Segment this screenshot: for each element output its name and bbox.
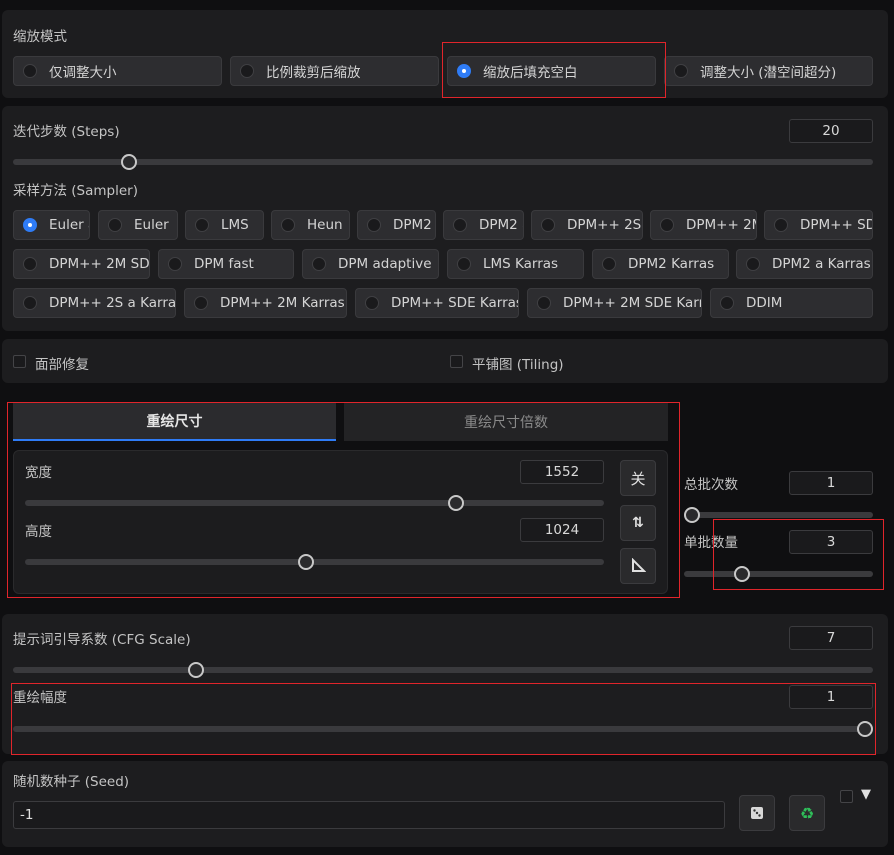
batch-size-slider-thumb[interactable] (734, 566, 750, 582)
height-slider[interactable] (25, 559, 604, 565)
steps-slider-thumb[interactable] (121, 154, 137, 170)
resize-option-just-resize[interactable]: 仅调整大小 (13, 56, 222, 86)
sampler-dpmpp-2m[interactable]: DPM++ 2M (650, 210, 757, 240)
tiling-checkbox[interactable] (450, 355, 463, 368)
radio-icon (240, 64, 254, 78)
seed-input[interactable]: -1 (13, 801, 725, 829)
sampler-euler-a[interactable]: Euler a (13, 210, 90, 240)
sampler-dpm2[interactable]: DPM2 (357, 210, 436, 240)
extra-seed-checkbox[interactable] (840, 790, 853, 803)
resize-option-latent[interactable]: 调整大小 (潜空间超分) (664, 56, 873, 86)
radio-icon (674, 64, 688, 78)
radio-icon (108, 218, 122, 232)
tab-resize-by[interactable]: 重绘尺寸倍数 (344, 403, 668, 441)
radio-icon (453, 218, 467, 232)
radio-icon (746, 257, 760, 271)
sampler-dpm2-a-karras[interactable]: DPM2 a Karras (736, 249, 873, 279)
radio-icon (720, 296, 734, 310)
radio-icon (660, 218, 674, 232)
face-restore-checkbox[interactable] (13, 355, 26, 368)
batch-count-label: 总批次数 (684, 477, 738, 493)
swap-icon: ⇅ (632, 515, 644, 531)
radio-icon (774, 218, 788, 232)
tab-resize-to[interactable]: 重绘尺寸 (13, 403, 336, 441)
height-slider-thumb[interactable] (298, 554, 314, 570)
width-slider[interactable] (25, 500, 604, 506)
reuse-seed-button[interactable]: ♻ (789, 795, 825, 831)
radio-icon (23, 64, 37, 78)
radio-selected-icon (23, 218, 37, 232)
cfg-slider-thumb[interactable] (188, 662, 204, 678)
radio-icon (168, 257, 182, 271)
width-input[interactable]: 1552 (520, 460, 604, 484)
cfg-slider[interactable] (13, 667, 873, 673)
batch-count-input[interactable]: 1 (789, 471, 873, 495)
radio-icon (195, 218, 209, 232)
batch-size-slider[interactable] (684, 571, 873, 577)
options-panel (2, 339, 888, 383)
sampler-ddim[interactable]: DDIM (710, 288, 873, 318)
sampler-dpmpp-2m-sde-karras[interactable]: DPM++ 2M SDE Karras (527, 288, 702, 318)
aspect-ratio-button[interactable] (620, 548, 656, 584)
batch-count-slider-thumb[interactable] (684, 507, 700, 523)
radio-icon (367, 218, 381, 232)
sampler-euler[interactable]: Euler (98, 210, 178, 240)
radio-icon (23, 257, 37, 271)
dice-icon (751, 807, 763, 819)
resize-mode-title: 缩放模式 (13, 29, 67, 45)
sampler-dpmpp-sde-karras[interactable]: DPM++ SDE Karras (355, 288, 519, 318)
steps-slider[interactable] (13, 159, 873, 165)
radio-icon (281, 218, 295, 232)
radio-icon (365, 296, 379, 310)
cfg-label: 提示词引导系数 (CFG Scale) (13, 632, 191, 648)
denoise-slider[interactable] (13, 726, 873, 732)
seed-label: 随机数种子 (Seed) (13, 774, 130, 790)
sampler-dpm-fast[interactable]: DPM fast (158, 249, 294, 279)
sampler-dpmpp-2m-karras[interactable]: DPM++ 2M Karras (184, 288, 347, 318)
sampler-label: 采样方法 (Sampler) (13, 183, 138, 199)
tiling-label: 平铺图 (Tiling) (472, 357, 564, 373)
sampler-dpmpp-2s-a[interactable]: DPM++ 2S a (531, 210, 643, 240)
radio-icon (602, 257, 616, 271)
radio-icon (23, 296, 37, 310)
radio-icon (541, 218, 555, 232)
sampler-dpmpp-sde[interactable]: DPM++ SDE (764, 210, 873, 240)
radio-icon (194, 296, 208, 310)
sampler-dpm-adaptive[interactable]: DPM adaptive (302, 249, 439, 279)
radio-icon (537, 296, 551, 310)
height-label: 高度 (25, 524, 52, 540)
radio-icon (457, 257, 471, 271)
width-slider-thumb[interactable] (448, 495, 464, 511)
sampler-dpm2-karras[interactable]: DPM2 Karras (592, 249, 729, 279)
aspect-ratio-icon (632, 558, 646, 572)
face-restore-label: 面部修复 (35, 357, 89, 373)
sampler-dpmpp-2m-sde[interactable]: DPM++ 2M SDE (13, 249, 150, 279)
sampler-dpmpp-2s-a-karras[interactable]: DPM++ 2S a Karras (13, 288, 176, 318)
sampler-dpm2-a[interactable]: DPM2 a (443, 210, 524, 240)
sampler-lms-karras[interactable]: LMS Karras (447, 249, 584, 279)
height-input[interactable]: 1024 (520, 518, 604, 542)
denoise-slider-thumb[interactable] (857, 721, 873, 737)
resize-option-crop[interactable]: 比例裁剪后缩放 (230, 56, 439, 86)
cfg-input[interactable]: 7 (789, 626, 873, 650)
sampler-lms[interactable]: LMS (185, 210, 264, 240)
denoise-input[interactable]: 1 (789, 685, 873, 709)
batch-count-slider[interactable] (684, 512, 873, 518)
radio-icon (312, 257, 326, 271)
steps-input[interactable]: 20 (789, 119, 873, 143)
denoise-label: 重绘幅度 (13, 690, 67, 706)
resize-option-fill[interactable]: 缩放后填充空白 (447, 56, 656, 86)
recycle-icon: ♻ (799, 803, 815, 823)
batch-size-input[interactable]: 3 (789, 530, 873, 554)
steps-label: 迭代步数 (Steps) (13, 124, 120, 140)
width-label: 宽度 (25, 465, 52, 481)
swap-dimensions-button[interactable]: ⇅ (620, 505, 656, 541)
extra-seed-toggle-arrow[interactable]: ▼ (861, 787, 871, 802)
batch-size-label: 单批数量 (684, 535, 738, 551)
radio-selected-icon (457, 64, 471, 78)
close-button[interactable]: 关 (620, 460, 656, 496)
sampler-heun[interactable]: Heun (271, 210, 350, 240)
random-seed-button[interactable] (739, 795, 775, 831)
